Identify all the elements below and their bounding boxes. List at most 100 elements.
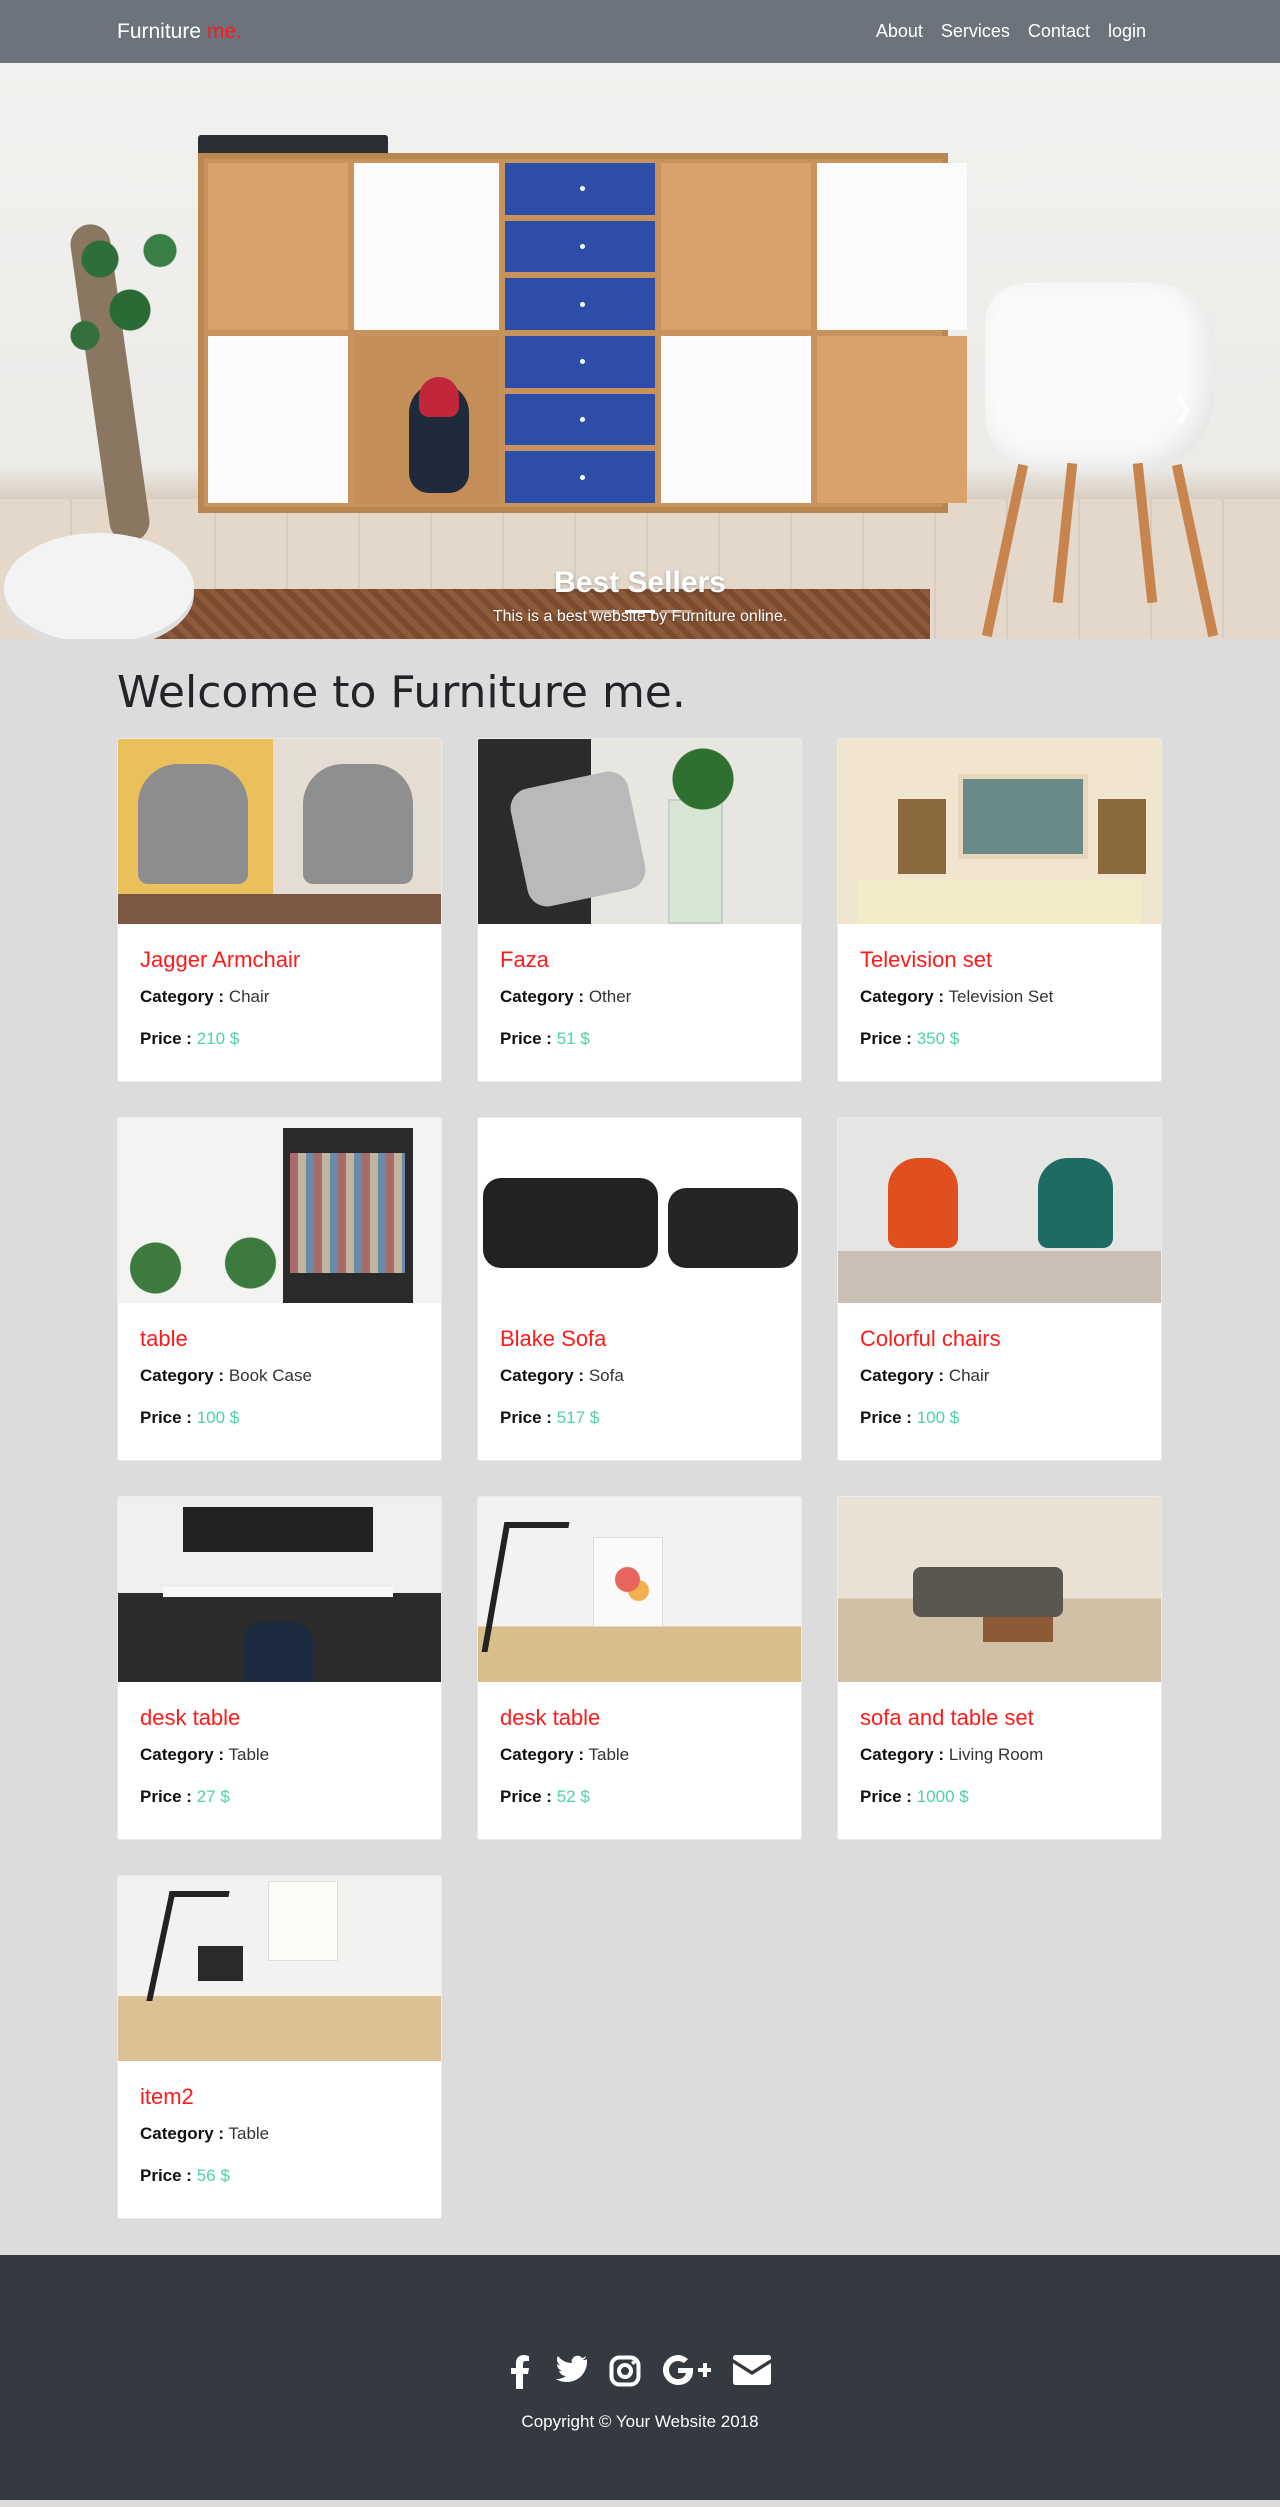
nav-link-services[interactable]: Services: [932, 21, 1019, 42]
price-value: 517 $: [556, 1408, 600, 1427]
facebook-icon[interactable]: [509, 2355, 531, 2396]
product-image: [838, 1497, 1161, 1682]
drawer: [505, 451, 655, 504]
product-category: Category : Book Case: [140, 1366, 419, 1386]
product-card[interactable]: desk table Category : Table Price : 52 $: [477, 1496, 802, 1840]
product-card[interactable]: Faza Category : Other Price : 51 $: [477, 738, 802, 1082]
nav-link-contact[interactable]: Contact: [1019, 21, 1099, 42]
category-label: Category :: [140, 1745, 225, 1764]
product-name[interactable]: Jagger Armchair: [140, 947, 419, 973]
category-label: Category :: [860, 1366, 945, 1385]
product-image: [118, 1497, 441, 1682]
brand-logo[interactable]: Furniture me.: [117, 20, 242, 44]
product-card-body: table Category : Book Case Price : 100 $: [118, 1303, 441, 1428]
product-card-body: desk table Category : Table Price : 27 $: [118, 1682, 441, 1807]
product-name[interactable]: desk table: [140, 1705, 419, 1731]
product-name[interactable]: item2: [140, 2084, 419, 2110]
hero-caption: Best Sellers This is a best website by F…: [0, 566, 1280, 626]
cabinet-door: [817, 163, 967, 330]
price-label: Price :: [860, 1408, 912, 1427]
cabinet-shelf: [661, 163, 811, 330]
nav-link-login[interactable]: login: [1099, 21, 1155, 42]
envelope-icon[interactable]: [733, 2355, 771, 2396]
nav-link-about[interactable]: About: [867, 21, 932, 42]
nav-links: About Services Contact login: [867, 21, 1155, 42]
product-name[interactable]: desk table: [500, 1705, 779, 1731]
category-label: Category :: [500, 987, 585, 1006]
product-price: Price : 56 $: [140, 2166, 419, 2186]
product-card[interactable]: Jagger Armchair Category : Chair Price :…: [117, 738, 442, 1082]
product-category: Category : Table: [140, 1745, 419, 1765]
price-label: Price :: [140, 1408, 192, 1427]
price-value: 210 $: [196, 1029, 240, 1048]
product-price: Price : 100 $: [860, 1408, 1139, 1428]
product-card-body: desk table Category : Table Price : 52 $: [478, 1682, 801, 1807]
category-label: Category :: [500, 1745, 585, 1764]
product-name[interactable]: sofa and table set: [860, 1705, 1139, 1731]
google-plus-icon[interactable]: [663, 2355, 712, 2396]
product-name[interactable]: Blake Sofa: [500, 1326, 779, 1352]
product-category: Category : Living Room: [860, 1745, 1139, 1765]
main-content: Welcome to Furniture me. Jagger Armchair…: [0, 667, 1280, 2219]
product-image: [478, 1497, 801, 1682]
category-value: Living Room: [948, 1745, 1044, 1764]
product-card-body: Colorful chairs Category : Chair Price :…: [838, 1303, 1161, 1428]
carousel-indicator[interactable]: [589, 610, 619, 613]
price-value: 27 $: [196, 1787, 230, 1806]
product-name[interactable]: table: [140, 1326, 419, 1352]
product-name[interactable]: Faza: [500, 947, 779, 973]
price-value: 56 $: [196, 2166, 230, 2185]
cabinet-door: [817, 336, 967, 503]
twitter-icon[interactable]: [553, 2355, 590, 2396]
price-label: Price :: [500, 1787, 552, 1806]
cabinet-door: [208, 336, 348, 503]
product-category: Category : Table: [500, 1745, 779, 1765]
cabinet-door: [661, 336, 811, 503]
drawer: [505, 278, 655, 331]
product-name[interactable]: Television set: [860, 947, 1139, 973]
category-label: Category :: [860, 987, 945, 1006]
price-label: Price :: [140, 2166, 192, 2185]
carousel-indicator[interactable]: [625, 610, 655, 613]
product-card-body: Jagger Armchair Category : Chair Price :…: [118, 924, 441, 1049]
product-card[interactable]: Colorful chairs Category : Chair Price :…: [837, 1117, 1162, 1461]
product-card[interactable]: item2 Category : Table Price : 56 $: [117, 1875, 442, 2219]
product-card[interactable]: sofa and table set Category : Living Roo…: [837, 1496, 1162, 1840]
product-category: Category : Chair: [140, 987, 419, 1007]
vase: [409, 377, 469, 493]
product-card[interactable]: desk table Category : Table Price : 27 $: [117, 1496, 442, 1840]
hero-chair: [985, 283, 1215, 473]
price-value: 100 $: [196, 1408, 240, 1427]
footer: Copyright © Your Website 2018: [0, 2255, 1280, 2500]
product-image: [838, 1118, 1161, 1303]
navbar: Furniture me. About Services Contact log…: [0, 0, 1280, 63]
product-card[interactable]: table Category : Book Case Price : 100 $: [117, 1117, 442, 1461]
category-value: Table: [228, 1745, 270, 1764]
category-value: Chair: [228, 987, 270, 1006]
product-price: Price : 210 $: [140, 1029, 419, 1049]
cabinet-door: [354, 163, 499, 330]
product-card[interactable]: Television set Category : Television Set…: [837, 738, 1162, 1082]
instagram-icon[interactable]: [609, 2355, 641, 2396]
product-price: Price : 51 $: [500, 1029, 779, 1049]
category-label: Category :: [140, 987, 225, 1006]
product-category: Category : Sofa: [500, 1366, 779, 1386]
product-image: [118, 1118, 441, 1303]
carousel-indicator[interactable]: [661, 610, 691, 613]
product-category: Category : Chair: [860, 1366, 1139, 1386]
product-image: [838, 739, 1161, 924]
drawer: [505, 393, 655, 446]
price-value: 51 $: [556, 1029, 590, 1048]
product-card[interactable]: Blake Sofa Category : Sofa Price : 517 $: [477, 1117, 802, 1461]
product-image: [118, 1876, 441, 2061]
category-value: Book Case: [228, 1366, 312, 1385]
product-name[interactable]: Colorful chairs: [860, 1326, 1139, 1352]
hero-title: Best Sellers: [554, 566, 726, 599]
price-value: 52 $: [556, 1787, 590, 1806]
category-label: Category :: [140, 1366, 225, 1385]
brand-main: Furniture: [117, 19, 202, 43]
price-value: 350 $: [916, 1029, 960, 1048]
category-value: Table: [588, 1745, 630, 1764]
product-price: Price : 100 $: [140, 1408, 419, 1428]
chevron-right-icon[interactable]: ❯: [1172, 393, 1194, 424]
